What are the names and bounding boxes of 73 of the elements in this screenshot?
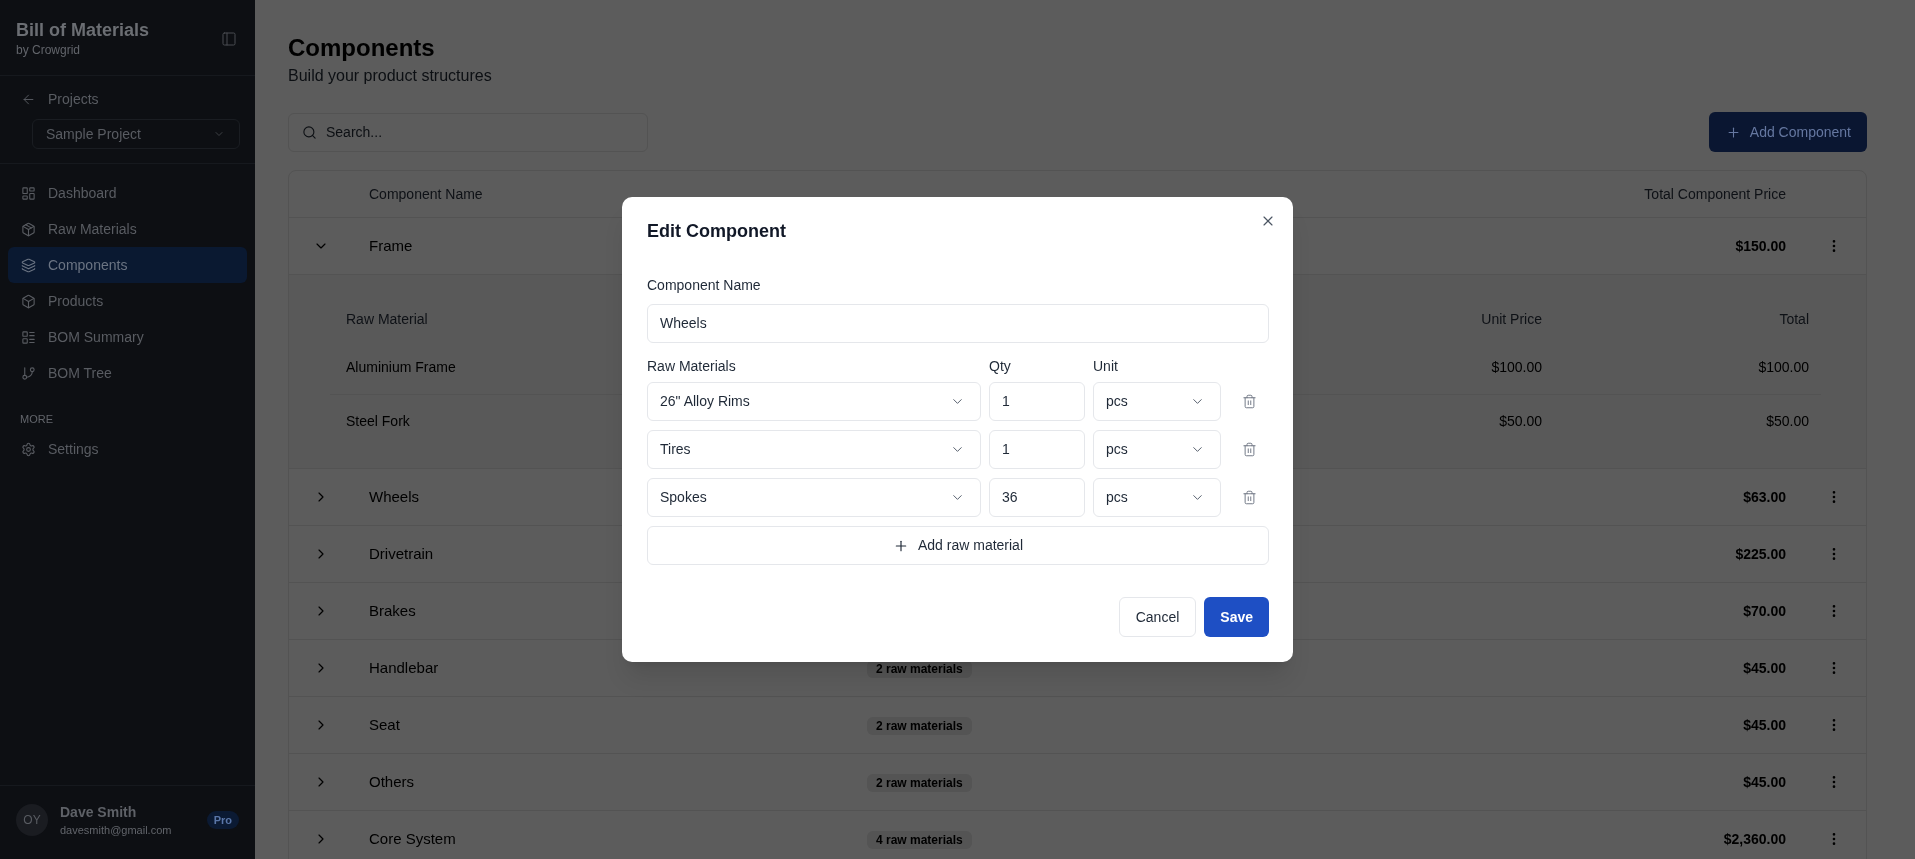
component-price: $225.00 [1735, 544, 1786, 564]
dashboard-icon [21, 185, 36, 201]
column-header: Component Name [368, 184, 483, 204]
add-component-button[interactable]: Add Component [1708, 112, 1867, 152]
user-name: Dave Smith [60, 803, 137, 822]
column-header: Raw Material [346, 309, 428, 329]
nav-item[interactable]: Components [8, 247, 247, 283]
component-name: Core System [369, 828, 456, 849]
component-name: Frame [369, 235, 413, 256]
field-label: Qty [989, 357, 1011, 376]
component-price: $150.00 [1735, 236, 1786, 256]
material-select[interactable]: Tires [647, 430, 981, 469]
quantity-field[interactable]: 1 [989, 382, 1085, 421]
branch-icon [21, 365, 36, 381]
unit-price: $100.00 [1491, 358, 1542, 377]
cancel-button[interactable]: Cancel [1118, 597, 1197, 637]
list-icon [21, 329, 36, 345]
plan-badge: Pro [206, 811, 239, 829]
raw-material-count: 2 raw materials [867, 774, 972, 792]
search-icon [302, 124, 317, 140]
user-avatar: OY [16, 804, 48, 836]
section-label: MORE [20, 412, 53, 427]
back-arrow-icon [21, 91, 36, 107]
save-button[interactable]: Save [1204, 597, 1269, 637]
component-price: $70.00 [1743, 601, 1786, 621]
component-price: $45.00 [1743, 658, 1786, 678]
component-name: Seat [369, 714, 400, 735]
app-subtitle: by Crowgrid [16, 42, 82, 58]
raw-material-name: Steel Fork [346, 411, 410, 431]
package-icon [21, 221, 36, 237]
page-title: Components [288, 33, 435, 63]
component-name-field[interactable]: Wheels [647, 304, 1269, 343]
material-select[interactable]: Spokes [647, 478, 981, 517]
unit-price: $50.00 [1499, 411, 1542, 431]
settings-icon [21, 441, 36, 457]
app-title: Bill of Materials [16, 19, 150, 42]
column-header: Unit Price [1481, 309, 1542, 329]
field-label: Raw Materials [647, 357, 736, 376]
layers-icon [21, 257, 36, 273]
page-subtitle: Build your product structures [288, 66, 492, 86]
column-header: Total Component Price [1644, 184, 1787, 204]
trash-icon[interactable] [1241, 442, 1257, 457]
component-name: Drivetrain [369, 543, 434, 564]
dialog-title: Edit Component [647, 220, 786, 243]
user-email: davesmith@gmail.com [60, 823, 172, 838]
component-name: Brakes [369, 600, 416, 621]
unit-select[interactable]: pcs [1093, 478, 1221, 517]
quantity-field[interactable]: 36 [989, 478, 1085, 517]
sidebar-toggle-icon[interactable] [221, 31, 237, 47]
line-total: $50.00 [1766, 411, 1809, 431]
quantity-field[interactable]: 1 [989, 430, 1085, 469]
raw-material-count: 2 raw materials [867, 717, 972, 735]
component-price: $2,360.00 [1723, 829, 1786, 849]
field-label: Unit [1093, 357, 1118, 376]
component-price: $45.00 [1743, 772, 1786, 792]
material-select[interactable]: 26" Alloy Rims [647, 382, 981, 421]
unit-select[interactable]: pcs [1093, 382, 1221, 421]
component-name: Others [369, 771, 414, 792]
cube-icon [21, 293, 36, 309]
component-price: $63.00 [1743, 487, 1786, 507]
component-price: $45.00 [1743, 715, 1786, 735]
raw-material-count: 4 raw materials [867, 831, 972, 849]
field-label: Component Name [647, 276, 761, 295]
column-header: Total [1779, 309, 1809, 329]
trash-icon[interactable] [1241, 490, 1257, 505]
component-name: Handlebar [369, 657, 439, 678]
add-raw-material-button[interactable]: Add raw material [647, 526, 1269, 565]
line-total: $100.00 [1758, 358, 1809, 377]
unit-select[interactable]: pcs [1093, 430, 1221, 469]
raw-material-name: Aluminium Frame [346, 358, 456, 377]
plus-icon [1725, 124, 1741, 140]
trash-icon[interactable] [1241, 394, 1257, 409]
component-name: Wheels [369, 486, 420, 507]
